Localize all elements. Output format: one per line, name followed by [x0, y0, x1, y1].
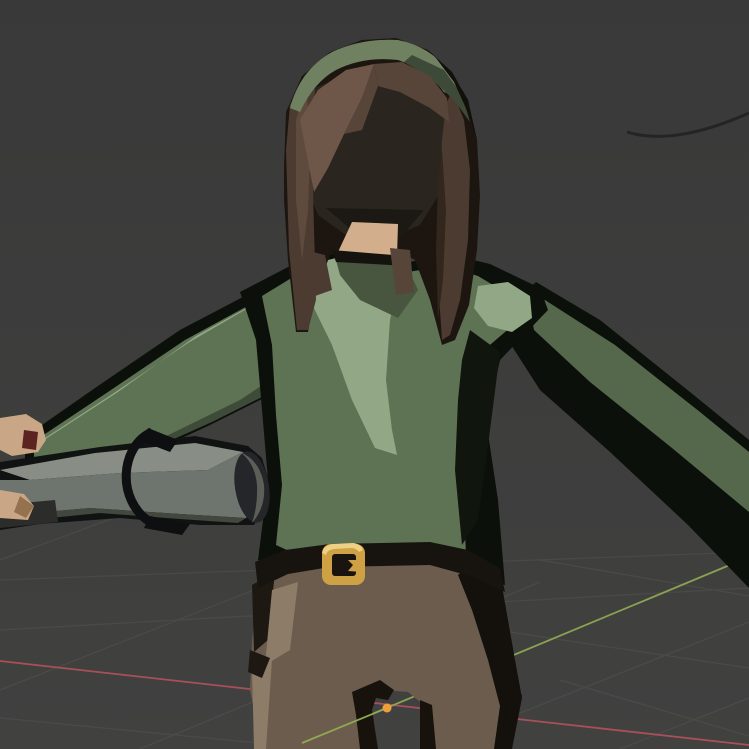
buckle-hole: [332, 554, 356, 576]
belt-buckle: [322, 543, 365, 585]
viewport-3d[interactable]: [0, 0, 749, 749]
fingernail: [22, 430, 38, 450]
viewport-canvas[interactable]: [0, 0, 749, 749]
object-origin-dot[interactable]: [383, 704, 392, 713]
